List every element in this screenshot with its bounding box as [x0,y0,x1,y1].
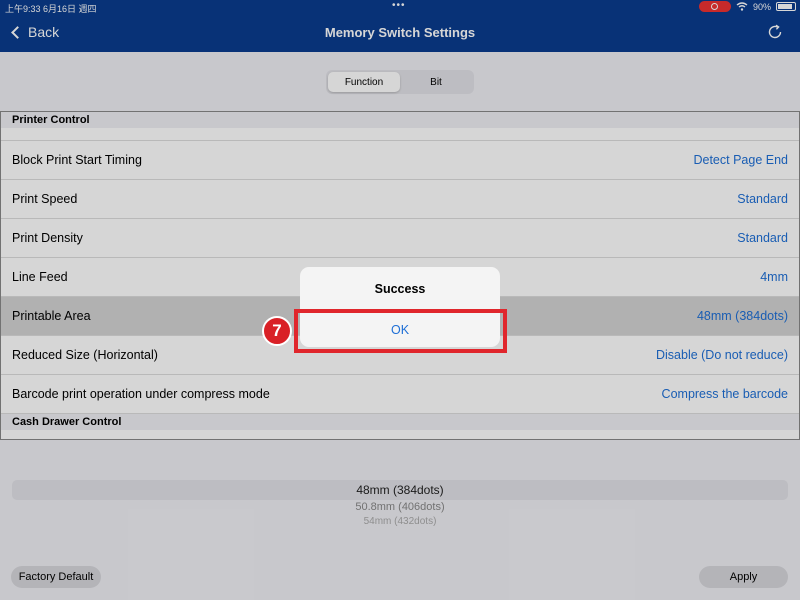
step-highlight-box [294,309,507,353]
step-number-badge: 7 [262,316,292,346]
alert-title: Success [374,282,426,296]
